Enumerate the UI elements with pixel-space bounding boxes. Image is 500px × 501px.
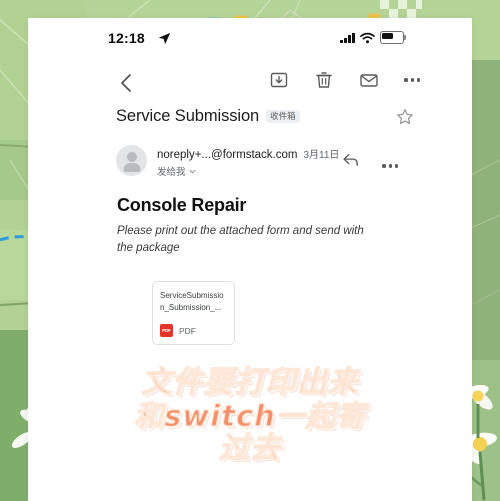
star-outline-icon[interactable] [396,108,414,126]
sender-row: noreply+...@formstack.com 3月11日 发给我 [116,144,416,184]
location-arrow-icon [158,32,171,45]
page-title: Service Submission [116,107,260,125]
sender-line: noreply+...@formstack.com 3月11日 [157,146,339,161]
attachment-file-type: PDF [179,325,196,336]
status-bar-indicators [340,31,407,44]
screenshot-root: 12:18 Service Submission 收件箱 noreply+...… [0,0,500,501]
toolbar-actions [269,70,420,90]
person-avatar-icon [126,152,137,162]
cellular-signal-icon [340,32,355,43]
sender-address[interactable]: noreply+...@formstack.com [157,149,297,161]
trash-can-icon[interactable] [314,70,334,90]
chevron-down-icon [189,169,195,173]
wifi-icon [360,32,375,43]
email-toolbar [28,70,472,100]
pdf-file-icon: PDF [160,324,173,337]
email-body-title: Console Repair [117,195,247,215]
archive-box-down-arrow-icon[interactable] [269,70,289,90]
status-bar: 12:18 [28,30,472,52]
status-bar-time: 12:18 [108,30,145,46]
ellipsis-icon[interactable] [382,156,398,176]
recipient-line[interactable]: 发给我 [157,164,196,178]
caption-line-2: 和switch一起寄 [134,398,366,433]
recipient-label: 发给我 [157,167,186,178]
chevron-left-icon[interactable] [116,72,138,94]
caption-line-1: 文件要打印出来 [141,365,359,400]
email-date: 3月11日 [303,150,340,161]
battery-half-icon [380,31,407,44]
attachment-meta: PDF PDF [160,324,196,337]
subject-row: Service Submission 收件箱 [116,107,416,126]
attachment-file-name: ServiceSubmission_Submission_... [160,291,224,312]
caption-line-3: 过去 [218,431,281,467]
email-body-text: Please print out the attached form and s… [117,225,364,254]
status-badge[interactable]: 收件箱 [266,110,300,123]
avatar[interactable] [116,145,147,176]
reply-arrow-icon[interactable] [342,152,360,168]
ellipsis-icon[interactable] [404,70,420,90]
overlay-caption: 文件要打印出来 和switch一起寄 过去 [0,365,500,467]
envelope-icon[interactable] [359,70,379,90]
attachment-card[interactable]: ServiceSubmission_Submission_... PDF PDF [152,281,235,345]
